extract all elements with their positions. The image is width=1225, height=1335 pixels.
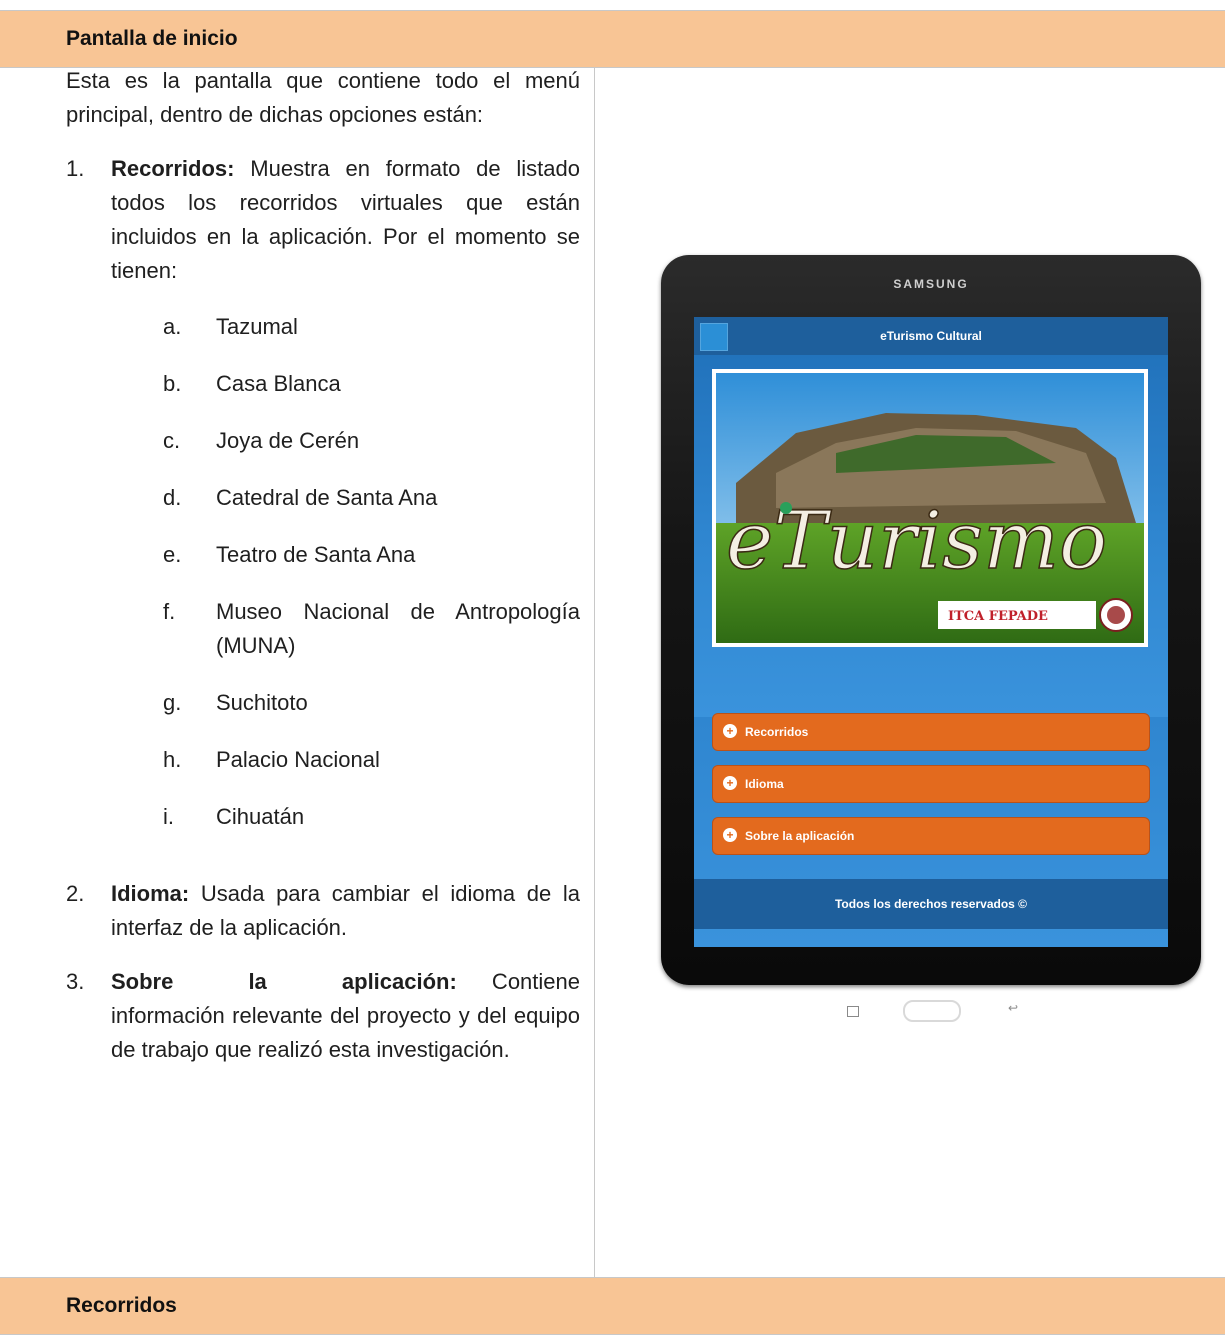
button-label: Idioma bbox=[745, 777, 784, 791]
list-item: c. Joya de Cerén bbox=[111, 424, 580, 458]
footer-text: Todos los derechos reservados © bbox=[834, 897, 1028, 911]
tour-name: Palacio Nacional bbox=[216, 747, 380, 772]
list-item: a. Tazumal bbox=[111, 310, 580, 344]
list-item: i. Cihuatán bbox=[111, 800, 580, 834]
item-letter: c. bbox=[163, 428, 181, 453]
button-label: Sobre la aplicación bbox=[745, 829, 855, 843]
section-header: Pantalla de inicio bbox=[0, 10, 1225, 68]
plus-icon: + bbox=[723, 828, 737, 842]
tour-name: Cihuatán bbox=[216, 804, 305, 829]
tour-name: Teatro de Santa Ana bbox=[216, 542, 416, 567]
intro-paragraph: Esta es la pantalla que contiene todo el… bbox=[66, 68, 580, 127]
home-button[interactable] bbox=[903, 1000, 961, 1022]
app-screen-lower: + Recorridos + Idioma + Sobre la aplicac… bbox=[694, 713, 1168, 947]
list-item: h. Palacio Nacional bbox=[111, 743, 580, 777]
back-icon[interactable]: ↩ bbox=[1008, 1001, 1018, 1015]
item-number: 3. bbox=[66, 969, 85, 994]
tour-name: Tazumal bbox=[216, 314, 298, 339]
plus-icon: + bbox=[723, 724, 737, 738]
item-number: 1. bbox=[66, 156, 85, 181]
item-letter: g. bbox=[163, 690, 182, 715]
item-letter: f. bbox=[163, 599, 176, 624]
list-item: f. Museo Nacional de Antropología (MUNA) bbox=[111, 595, 580, 663]
column-divider bbox=[594, 68, 595, 1277]
list-item: g. Suchitoto bbox=[111, 686, 580, 720]
description-column: Esta es la pantalla que contiene todo el… bbox=[66, 64, 580, 1087]
list-item: 3. Sobre la aplicación: Contiene informa… bbox=[66, 965, 580, 1067]
tour-name: Museo Nacional de Antropología (MUNA) bbox=[216, 599, 580, 658]
document-page: Pantalla de inicio Esta es la pantalla q… bbox=[0, 0, 1225, 1335]
item-number: 2. bbox=[66, 881, 85, 906]
app-footer: Todos los derechos reservados © bbox=[694, 879, 1168, 929]
item-letter: b. bbox=[163, 371, 182, 396]
menu-area bbox=[694, 317, 1168, 641]
tour-name: Suchitoto bbox=[216, 690, 308, 715]
recent-apps-icon[interactable] bbox=[847, 1006, 859, 1017]
about-button[interactable]: + Sobre la aplicación bbox=[712, 817, 1150, 855]
tours-list: a. Tazumal b. Casa Blanca c. Joya de Cerén … bbox=[111, 310, 580, 834]
tour-name: Catedral de Santa Ana bbox=[216, 485, 438, 510]
next-section-title: Recorridos bbox=[66, 1294, 177, 1317]
item-letter: a. bbox=[163, 314, 182, 339]
item-title: Recorridos: bbox=[111, 156, 235, 181]
item-letter: e. bbox=[163, 542, 182, 567]
item-title: Idioma: bbox=[111, 881, 190, 906]
idioma-button[interactable]: + Idioma bbox=[712, 765, 1150, 803]
options-list: 1. Recorridos: Muestra en formato de lis… bbox=[66, 152, 580, 1067]
list-item: 2. Idioma: Usada para cambiar el idioma … bbox=[66, 877, 580, 945]
tour-name: Casa Blanca bbox=[216, 371, 341, 396]
item-letter: i. bbox=[163, 804, 174, 829]
item-title: Sobre la aplicación: bbox=[111, 969, 457, 994]
button-label: Recorridos bbox=[745, 725, 809, 739]
recorridos-button[interactable]: + Recorridos bbox=[712, 713, 1150, 751]
item-letter: h. bbox=[163, 747, 182, 772]
list-item: b. Casa Blanca bbox=[111, 367, 580, 401]
list-item: 1. Recorridos: Muestra en formato de lis… bbox=[66, 152, 580, 857]
list-item: d. Catedral de Santa Ana bbox=[111, 481, 580, 515]
list-item: e. Teatro de Santa Ana bbox=[111, 538, 580, 572]
section-title: Pantalla de inicio bbox=[66, 27, 238, 50]
tour-name: Joya de Cerén bbox=[216, 428, 360, 453]
next-section-header: Recorridos bbox=[0, 1277, 1225, 1335]
brand-label: SAMSUNG bbox=[893, 277, 969, 291]
plus-icon: + bbox=[723, 776, 737, 790]
item-letter: d. bbox=[163, 485, 182, 510]
